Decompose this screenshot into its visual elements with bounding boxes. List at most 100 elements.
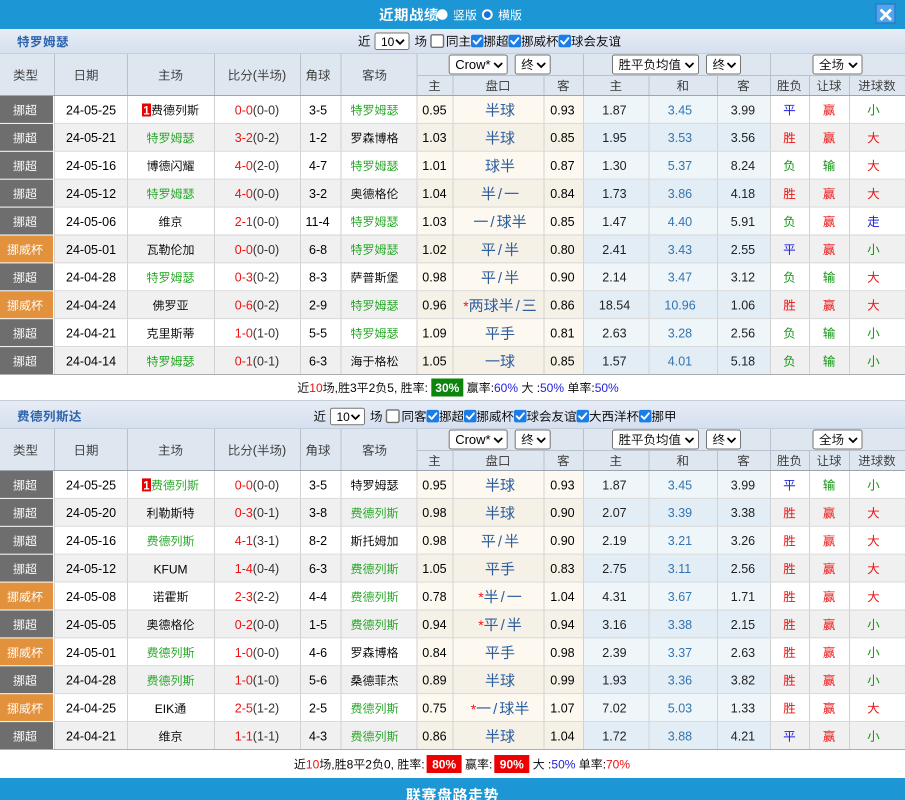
svg-text:1-0: 1-0 (235, 327, 253, 341)
svg-text:1.04: 1.04 (550, 590, 574, 604)
svg-text:24-04-28: 24-04-28 (66, 271, 116, 285)
svg-text:1: 1 (143, 105, 150, 117)
svg-text:1-2: 1-2 (309, 131, 327, 145)
svg-text:0.84: 0.84 (422, 646, 446, 660)
svg-text:3.28: 3.28 (668, 327, 692, 341)
svg-text:*: * (463, 298, 469, 314)
svg-text:0-0: 0-0 (235, 478, 253, 492)
svg-text::: : (421, 758, 424, 772)
svg-text:24-04-21: 24-04-21 (66, 327, 116, 341)
svg-text:(0-4): (0-4) (253, 562, 279, 576)
svg-text:0-2: 0-2 (235, 618, 253, 632)
svg-text:4-4: 4-4 (309, 590, 327, 604)
svg-text:4.31: 4.31 (602, 590, 626, 604)
svg-text:0.90: 0.90 (550, 271, 574, 285)
svg-text:(1-2): (1-2) (253, 702, 279, 716)
svg-text:0.95: 0.95 (422, 103, 446, 117)
svg-text:0.83: 0.83 (550, 562, 574, 576)
svg-text:3.99: 3.99 (731, 478, 755, 492)
svg-text:24-05-21: 24-05-21 (66, 131, 116, 145)
svg-text:2-1: 2-1 (235, 215, 253, 229)
svg-text:1.03: 1.03 (422, 131, 446, 145)
svg-text:5,: 5, (387, 381, 400, 395)
svg-text:): ) (282, 69, 286, 83)
svg-text:24-05-12: 24-05-12 (66, 562, 116, 576)
svg-text:1-0: 1-0 (235, 646, 253, 660)
svg-text:2.39: 2.39 (602, 646, 626, 660)
svg-text:(0-1): (0-1) (253, 506, 279, 520)
svg-text:24-05-16: 24-05-16 (66, 534, 116, 548)
svg-text:8.24: 8.24 (731, 159, 755, 173)
svg-text:0-0: 0-0 (235, 103, 253, 117)
svg-text::: : (489, 758, 492, 772)
svg-text:0-6: 0-6 (235, 299, 253, 313)
svg-text:2-3: 2-3 (235, 590, 253, 604)
svg-text:(0-2): (0-2) (253, 131, 279, 145)
svg-text:50%: 50% (551, 758, 575, 772)
svg-text:1.47: 1.47 (602, 215, 626, 229)
svg-text:5.91: 5.91 (731, 215, 755, 229)
svg-text:3.45: 3.45 (668, 478, 692, 492)
svg-text:80%: 80% (432, 757, 456, 771)
svg-text:1.01: 1.01 (422, 159, 446, 173)
svg-text:1.73: 1.73 (602, 187, 626, 201)
svg-text:4-0: 4-0 (235, 187, 253, 201)
svg-text:0.94: 0.94 (422, 618, 446, 632)
svg-text:2.63: 2.63 (731, 646, 755, 660)
svg-text:2.56: 2.56 (731, 562, 755, 576)
svg-text:1.05: 1.05 (422, 562, 446, 576)
svg-text:3.86: 3.86 (668, 187, 692, 201)
svg-text:24-04-25: 24-04-25 (66, 702, 116, 716)
svg-text:0.75: 0.75 (422, 702, 446, 716)
svg-text:3.16: 3.16 (602, 618, 626, 632)
svg-text:1.09: 1.09 (422, 327, 446, 341)
svg-text:24-05-25: 24-05-25 (66, 103, 116, 117)
svg-text:6-8: 6-8 (309, 243, 327, 257)
svg-text:0.96: 0.96 (422, 299, 446, 313)
svg-text:1.04: 1.04 (422, 187, 446, 201)
svg-text:2.07: 2.07 (602, 506, 626, 520)
svg-text:3.38: 3.38 (731, 506, 755, 520)
svg-text:0.90: 0.90 (550, 506, 574, 520)
svg-text:4.18: 4.18 (731, 187, 755, 201)
svg-text:,: , (335, 381, 338, 395)
svg-text:0.85: 0.85 (550, 354, 574, 368)
svg-text:1.07: 1.07 (550, 702, 574, 716)
svg-text:1: 1 (143, 480, 150, 492)
svg-text:1-0: 1-0 (235, 674, 253, 688)
svg-text:0.90: 0.90 (550, 534, 574, 548)
svg-text:24-05-01: 24-05-01 (66, 646, 116, 660)
svg-text:3.36: 3.36 (668, 674, 692, 688)
svg-text:(0-1): (0-1) (253, 354, 279, 368)
svg-text:4.21: 4.21 (731, 730, 755, 744)
svg-text:1.05: 1.05 (422, 354, 446, 368)
svg-text:5.18: 5.18 (731, 354, 755, 368)
svg-text:0.87: 0.87 (550, 159, 574, 173)
svg-text:*: * (478, 617, 484, 633)
svg-text:5.37: 5.37 (668, 159, 692, 173)
svg-text:1.71: 1.71 (731, 590, 755, 604)
svg-text:2.14: 2.14 (602, 271, 626, 285)
svg-text:3.99: 3.99 (731, 103, 755, 117)
svg-text:5-5: 5-5 (309, 327, 327, 341)
svg-text::: : (425, 381, 432, 395)
svg-text:6-3: 6-3 (309, 354, 327, 368)
svg-text:10: 10 (381, 35, 395, 49)
svg-text:2.15: 2.15 (731, 618, 755, 632)
svg-text:1-1: 1-1 (235, 730, 253, 744)
svg-text:(0-2): (0-2) (253, 271, 279, 285)
svg-text:3.38: 3.38 (668, 618, 692, 632)
svg-text:*: * (478, 589, 484, 605)
svg-text:Crow*: Crow* (455, 432, 490, 447)
svg-text:24-04-28: 24-04-28 (66, 674, 116, 688)
svg-text:7.02: 7.02 (602, 702, 626, 716)
svg-text:(0-0): (0-0) (253, 478, 279, 492)
svg-text:24-05-01: 24-05-01 (66, 243, 116, 257)
svg-text:1-5: 1-5 (309, 618, 327, 632)
svg-text:(0-0): (0-0) (253, 646, 279, 660)
svg-text:0.86: 0.86 (422, 730, 446, 744)
svg-text:18.54: 18.54 (599, 299, 630, 313)
svg-text:(0-0): (0-0) (253, 243, 279, 257)
svg-text:0.98: 0.98 (550, 646, 574, 660)
svg-text:4-7: 4-7 (309, 159, 327, 173)
